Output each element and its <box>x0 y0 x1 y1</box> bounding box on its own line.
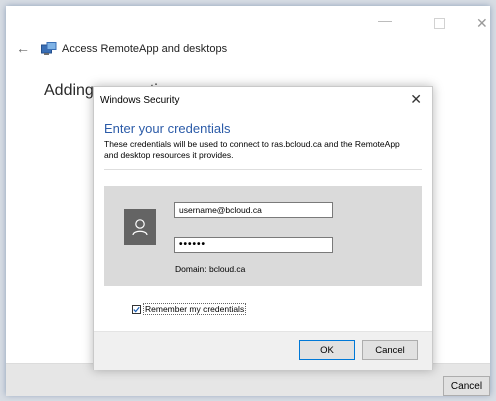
credentials-description: These credentials will be used to connec… <box>104 139 400 160</box>
app-title: Access RemoteApp and desktops <box>62 43 228 55</box>
remember-credentials-checkbox[interactable]: Remember my credentials <box>132 303 247 315</box>
dialog-cancel-button[interactable]: Cancel <box>362 340 418 360</box>
divider <box>104 169 422 170</box>
credentials-heading: Enter your credentials <box>104 121 231 136</box>
windows-security-dialog: Windows Security ✕ Enter your credential… <box>93 86 433 370</box>
checkmark-icon[interactable] <box>132 304 141 314</box>
password-field[interactable]: •••••• <box>174 237 333 253</box>
close-icon[interactable]: ✕ <box>410 91 422 108</box>
credential-panel: username@bcloud.ca •••••• Domain: bcloud… <box>104 186 422 286</box>
window-close-button[interactable]: ✕ <box>476 15 488 32</box>
remote-desktop-icon <box>41 42 57 55</box>
remember-label[interactable]: Remember my credentials <box>143 303 247 315</box>
maximize-button[interactable] <box>434 18 445 29</box>
domain-label: Domain: bcloud.ca <box>175 264 246 274</box>
back-arrow-icon[interactable]: ← <box>16 40 30 56</box>
user-avatar-icon <box>124 209 156 245</box>
minimize-button[interactable]: — <box>378 12 392 28</box>
dialog-title: Windows Security <box>100 95 180 106</box>
ok-button[interactable]: OK <box>299 340 355 360</box>
window-cancel-button[interactable]: Cancel <box>443 376 490 396</box>
username-field[interactable]: username@bcloud.ca <box>174 202 333 218</box>
